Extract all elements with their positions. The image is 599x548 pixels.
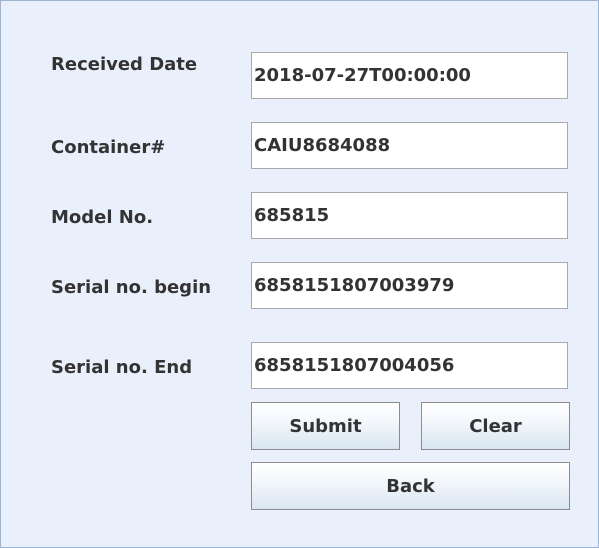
clear-button[interactable]: Clear: [421, 402, 570, 450]
model-no-input[interactable]: [251, 192, 568, 239]
serial-end-label: Serial no. End: [51, 357, 193, 378]
model-no-label: Model No.: [51, 207, 154, 228]
container-label: Container#: [51, 137, 166, 158]
back-button[interactable]: Back: [251, 462, 570, 510]
serial-end-input[interactable]: [251, 342, 568, 389]
form-panel: Received Date Container# Model No. Seria…: [0, 0, 599, 548]
received-date-input[interactable]: [251, 52, 568, 99]
serial-begin-label: Serial no. begin: [51, 277, 212, 298]
submit-button[interactable]: Submit: [251, 402, 400, 450]
serial-begin-input[interactable]: [251, 262, 568, 309]
container-input[interactable]: [251, 122, 568, 169]
received-date-label: Received Date: [51, 54, 198, 75]
